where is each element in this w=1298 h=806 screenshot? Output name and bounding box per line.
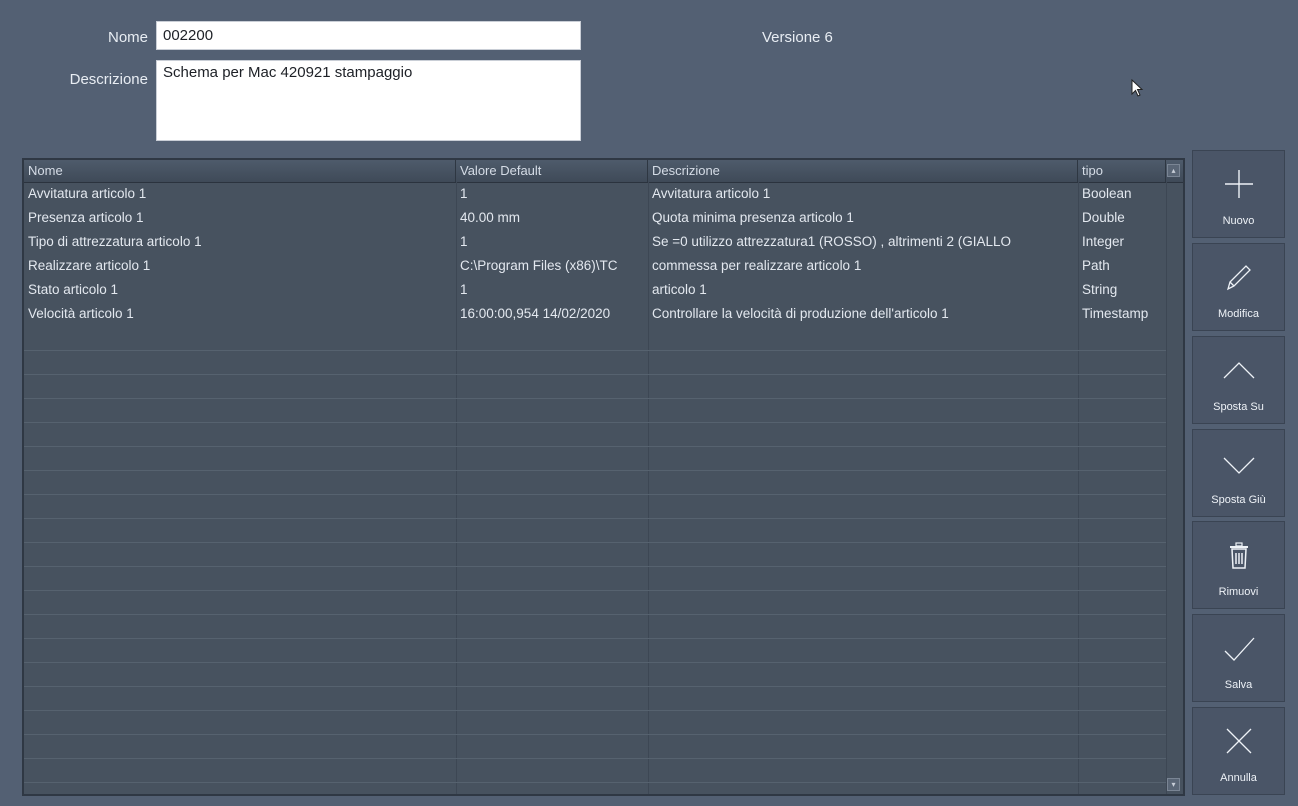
move-up-button-label: Sposta Su [1213,401,1264,413]
close-icon [1226,728,1252,754]
cell-descrizione: Se =0 utilizzo attrezzatura1 (ROSSO) , a… [652,234,1012,249]
move-down-button-label: Sposta Giù [1211,494,1266,506]
chevron-down-icon [1223,457,1255,474]
version-label: Versione 6 [762,29,833,46]
move-up-button[interactable]: Sposta Su [1192,336,1285,424]
cell-tipo: Path [1082,258,1110,273]
new-button[interactable]: Nuovo [1192,150,1285,238]
description-field[interactable] [156,60,581,141]
cell-tipo: Double [1082,210,1125,225]
cell-tipo: Boolean [1082,186,1132,201]
cell-nome: Avvitatura articolo 1 [28,186,147,201]
save-button-label: Salva [1224,679,1253,691]
edit-button-label: Modifica [1218,308,1259,320]
cell-valore-default: 1 [460,234,468,249]
save-button[interactable]: Salva [1192,614,1285,702]
cell-descrizione: articolo 1 [652,282,707,297]
cell-descrizione: commessa per realizzare articolo 1 [652,258,862,273]
name-label: Nome [107,29,148,46]
pencil-icon [1226,265,1251,291]
cell-nome: Stato articolo 1 [28,282,119,297]
cell-descrizione: Quota minima presenza articolo 1 [652,210,854,225]
cell-tipo: String [1082,282,1118,297]
new-button-label: Nuovo [1222,215,1255,227]
name-field[interactable] [156,21,581,50]
mouse-pointer-icon [1131,79,1144,97]
move-down-button[interactable]: Sposta Giù [1192,429,1285,517]
table-row[interactable]: Velocità articolo 1 16:00:00,954 14/02/20… [24,302,1183,326]
column-header-tipo[interactable]: tipo [1078,160,1166,182]
edit-button[interactable]: Modifica [1192,243,1285,331]
remove-button[interactable]: Rimuovi [1192,521,1285,609]
scroll-up-button[interactable]: ▴ [1167,164,1180,177]
table-row[interactable]: Stato articolo 1 1 articolo 1 String [24,278,1183,302]
table-row[interactable]: Avvitatura articolo 1 1 Avvitatura articol… [24,182,1183,206]
checkmark-icon [1224,637,1255,661]
parameters-table[interactable]: Nome Valore Default Descrizione tipo ▴ A… [22,158,1185,796]
cancel-button-label: Annulla [1220,772,1257,784]
table-row[interactable]: Presenza articolo 1 40.00 mm Quota minima … [24,206,1183,230]
plus-icon [1225,170,1253,198]
column-header-descrizione[interactable]: Descrizione [648,160,1078,182]
cell-nome: Realizzare articolo 1 [28,258,151,273]
trash-icon [1230,542,1248,569]
table-header: Nome Valore Default Descrizione tipo ▴ [24,160,1183,183]
cell-nome: Velocità articolo 1 [28,306,134,321]
cell-descrizione: Controllare la velocità di produzione de… [652,306,949,321]
chevron-up-icon [1223,362,1255,379]
cell-nome: Tipo di attrezzatura articolo 1 [28,234,202,249]
scroll-down-button[interactable]: ▾ [1167,778,1180,791]
cell-valore-default: 16:00:00,954 14/02/2020 [460,306,611,321]
cell-tipo: Timestamp [1082,306,1149,321]
cancel-button[interactable]: Annulla [1192,707,1285,795]
cell-descrizione: Avvitatura articolo 1 [652,186,771,201]
table-row[interactable]: Realizzare articolo 1 C:\Program Files (x… [24,254,1183,278]
cell-valore-default: 1 [460,282,468,297]
cell-valore-default: 1 [460,186,468,201]
cell-valore-default: 40.00 mm [460,210,521,225]
description-label: Descrizione [69,71,148,88]
table-row[interactable]: Tipo di attrezzatura articolo 1 1 Se =0 ut… [24,230,1183,254]
cell-valore-default: C:\Program Files (x86)\TC [460,258,618,273]
cell-nome: Presenza articolo 1 [28,210,144,225]
cell-tipo: Integer [1082,234,1125,249]
remove-button-label: Rimuovi [1218,586,1259,598]
column-header-valore-default[interactable]: Valore Default [456,160,648,182]
column-header-nome[interactable]: Nome [24,160,456,182]
